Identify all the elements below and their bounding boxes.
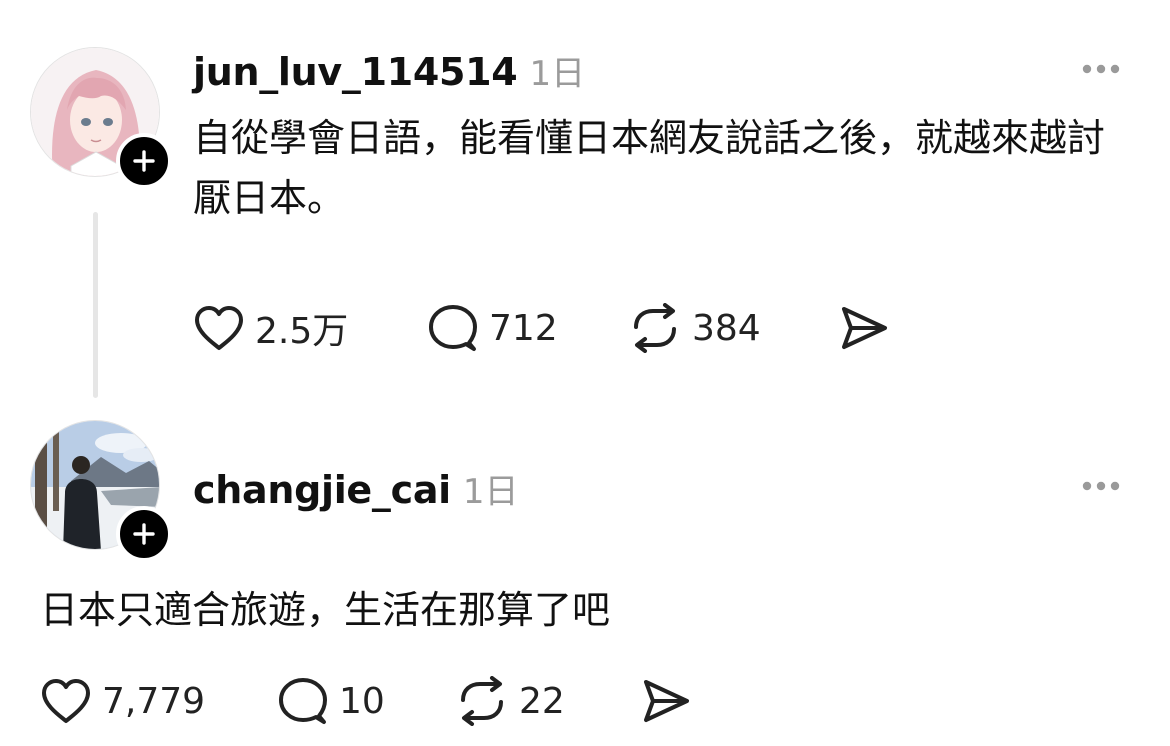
more-icon[interactable] xyxy=(1081,63,1121,75)
repost-icon xyxy=(634,303,676,353)
plus-icon xyxy=(133,150,155,172)
repost-button[interactable]: 384 xyxy=(628,303,761,353)
repost-icon xyxy=(461,676,503,726)
reply-count: 712 xyxy=(489,307,558,349)
plus-icon xyxy=(133,523,155,545)
reply-button[interactable]: 712 xyxy=(427,303,558,353)
repost-button[interactable]: 22 xyxy=(455,676,565,726)
action-bar: 2.5万 712 384 xyxy=(193,303,913,353)
reply-button[interactable]: 10 xyxy=(277,676,385,726)
like-button[interactable]: 2.5万 xyxy=(193,303,348,353)
username[interactable]: changjie_cai xyxy=(193,468,451,512)
post-text: 自從學會日語，能看懂日本網友說話之後，就越來越討厭日本。 xyxy=(193,116,1106,220)
like-count: 7,779 xyxy=(102,680,206,722)
follow-button[interactable] xyxy=(116,506,172,562)
send-icon xyxy=(842,307,887,349)
username[interactable]: jun_luv_114514 xyxy=(193,50,518,94)
repost-count: 384 xyxy=(692,307,761,349)
share-button[interactable] xyxy=(640,676,692,726)
timestamp: 1日 xyxy=(529,54,586,94)
comment-icon xyxy=(429,305,477,351)
heart-icon xyxy=(42,679,90,723)
share-button[interactable] xyxy=(838,303,890,353)
reply-count: 10 xyxy=(339,680,385,722)
post-header: changjie_cai 1日 xyxy=(193,464,519,513)
action-bar: 7,779 10 22 xyxy=(40,676,760,726)
repost-count: 22 xyxy=(519,680,565,722)
thread-line xyxy=(93,212,98,398)
heart-icon xyxy=(195,306,243,350)
post-text: 日本只適合旅遊，生活在那算了吧 xyxy=(40,588,611,632)
follow-button[interactable] xyxy=(116,133,172,189)
post-header: jun_luv_114514 1日 xyxy=(193,46,585,95)
comment-icon xyxy=(279,678,327,724)
like-count: 2.5万 xyxy=(255,311,349,352)
post-2: changjie_cai 1日 日本只適合旅遊，生活在那算了吧 7,779 10 xyxy=(0,400,1170,746)
send-icon xyxy=(644,680,689,722)
like-button[interactable]: 7,779 xyxy=(40,676,205,726)
timestamp: 1日 xyxy=(462,472,519,512)
more-icon[interactable] xyxy=(1081,480,1121,492)
post-1: jun_luv_114514 1日 自從學會日語，能看懂日本網友說話之後，就越來… xyxy=(0,0,1170,400)
